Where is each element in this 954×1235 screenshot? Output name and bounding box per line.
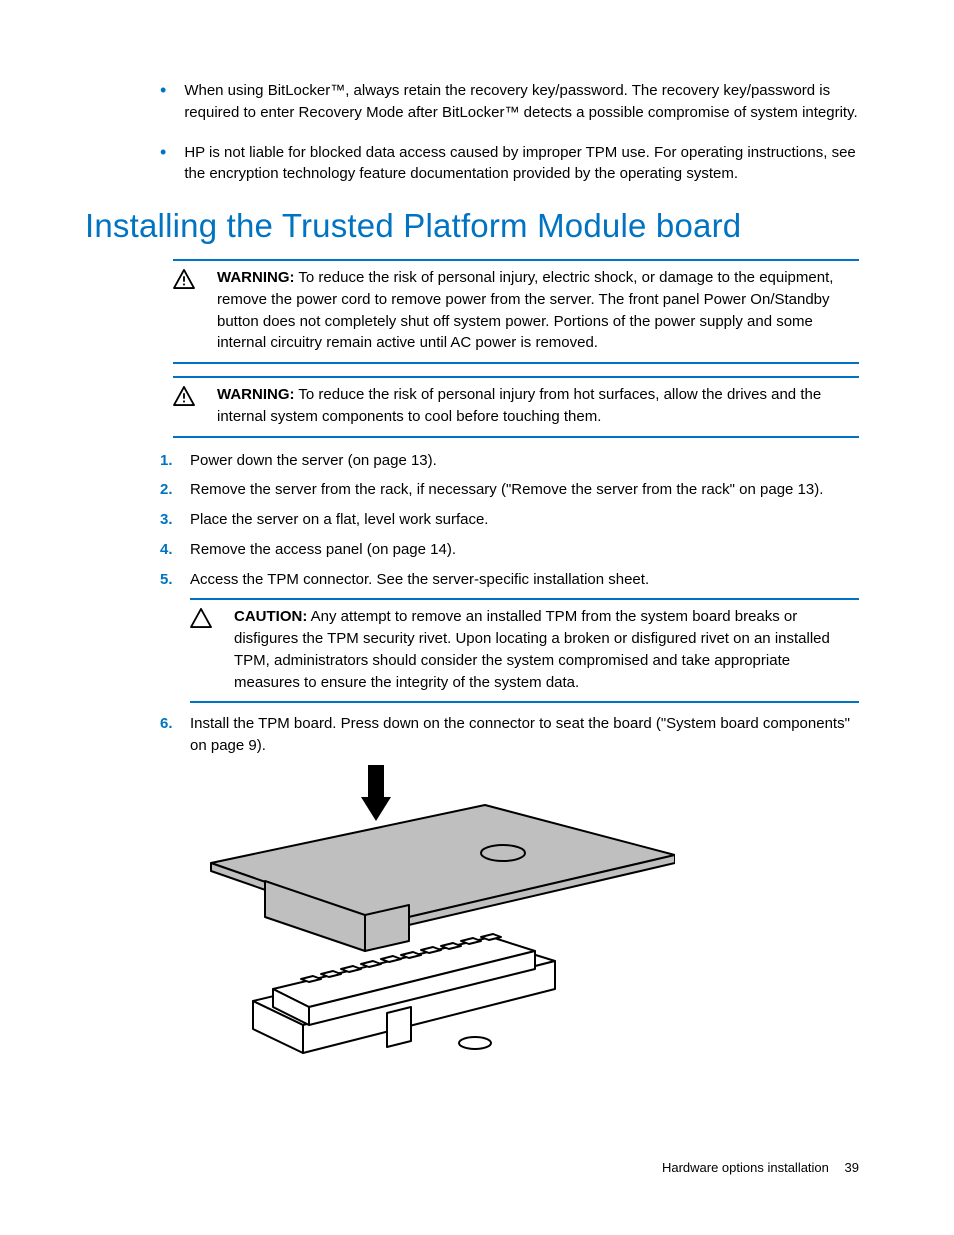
step-text: Remove the access panel (on page 14). <box>190 539 859 561</box>
tpm-install-figure <box>205 765 859 1070</box>
warning-text: To reduce the risk of personal injury fr… <box>217 386 821 425</box>
list-item-text: When using BitLocker™, always retain the… <box>184 80 859 124</box>
caution-icon <box>190 606 234 628</box>
warning-label: WARNING: <box>217 386 295 403</box>
warning-icon <box>173 267 217 289</box>
document-page: • When using BitLocker™, always retain t… <box>0 0 954 1235</box>
section-heading: Installing the Trusted Platform Module b… <box>85 207 859 245</box>
step-item: 4. Remove the access panel (on page 14). <box>160 539 859 561</box>
list-item: • HP is not liable for blocked data acce… <box>160 142 859 186</box>
step-text: Power down the server (on page 13). <box>190 450 859 472</box>
step-number: 6. <box>160 713 190 735</box>
step-number: 3. <box>160 509 190 531</box>
step-text: Access the TPM connector. See the server… <box>190 569 859 591</box>
warning-label: WARNING: <box>217 269 295 286</box>
warning-icon <box>173 384 217 406</box>
step-item: 5. Access the TPM connector. See the ser… <box>160 569 859 591</box>
intro-bullet-list: • When using BitLocker™, always retain t… <box>160 80 859 185</box>
list-item: • When using BitLocker™, always retain t… <box>160 80 859 124</box>
arrow-down-icon <box>361 765 391 821</box>
step-item: 6. Install the TPM board. Press down on … <box>160 713 859 757</box>
step-text: Install the TPM board. Press down on the… <box>190 713 859 757</box>
step-text: Remove the server from the rack, if nece… <box>190 479 859 501</box>
warning-body: WARNING: To reduce the risk of personal … <box>217 384 859 428</box>
bullet-icon: • <box>160 142 166 164</box>
caution-label: CAUTION: <box>234 608 307 625</box>
page-footer: Hardware options installation 39 <box>662 1160 859 1175</box>
step-number: 4. <box>160 539 190 561</box>
caution-box: CAUTION: Any attempt to remove an instal… <box>190 598 859 703</box>
warning-box: WARNING: To reduce the risk of personal … <box>173 259 859 364</box>
warning-box: WARNING: To reduce the risk of personal … <box>173 376 859 438</box>
caution-body: CAUTION: Any attempt to remove an instal… <box>234 606 859 693</box>
footer-label: Hardware options installation <box>662 1160 829 1175</box>
list-item-text: HP is not liable for blocked data access… <box>184 142 859 186</box>
step-item: 3. Place the server on a flat, level wor… <box>160 509 859 531</box>
warning-text: To reduce the risk of personal injury, e… <box>217 269 833 351</box>
bullet-icon: • <box>160 80 166 102</box>
step-number: 5. <box>160 569 190 591</box>
page-number: 39 <box>845 1160 859 1175</box>
step-item: 1. Power down the server (on page 13). <box>160 450 859 472</box>
step-text: Place the server on a flat, level work s… <box>190 509 859 531</box>
step-number: 1. <box>160 450 190 472</box>
warning-body: WARNING: To reduce the risk of personal … <box>217 267 859 354</box>
step-number: 2. <box>160 479 190 501</box>
caution-text: Any attempt to remove an installed TPM f… <box>234 608 830 690</box>
step-item: 2. Remove the server from the rack, if n… <box>160 479 859 501</box>
